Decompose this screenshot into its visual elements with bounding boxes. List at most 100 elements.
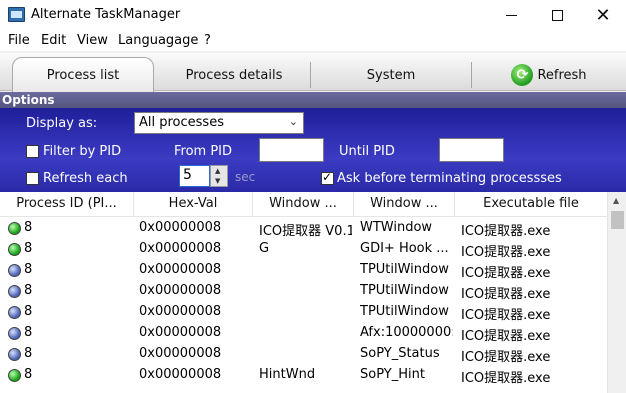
refresh-button[interactable]: ⟳ Refresh [472,59,626,91]
table-row[interactable]: 8 0x00000008 Afx:10000000:... ICO提取器.exe [0,323,607,344]
chevron-down-icon: ⌄ [288,115,298,128]
cell-hex-val: 0x00000008 [139,241,222,256]
refresh-interval-input[interactable]: 5 [179,165,210,187]
scroll-up-icon[interactable]: ▲ [613,196,619,205]
process-status-icon [8,264,21,277]
table-row[interactable]: 8 0x00000008 ICO提取器 V0.1 WTWindow ICO提取器.exe [0,218,607,239]
maximize-button[interactable] [534,0,580,31]
cell-window-class: Afx:10000000:... [360,325,453,340]
ask-before-terminating-checkbox[interactable] [321,170,334,185]
table-row[interactable]: 8 0x00000008 TPUtilWindow ICO提取器.exe [0,260,607,281]
cell-window-class: SoPY_Hint [360,367,425,382]
process-status-icon [8,306,21,319]
close-button[interactable]: ✕ [580,0,626,31]
cell-hex-val: 0x00000008 [139,367,222,382]
cell-process-id: 8 [24,346,33,361]
cell-window-title: ICO提取器 V0.1 [259,224,352,239]
options-panel: Display as: All processes ⌄ Filter by PI… [0,108,626,192]
menu-edit[interactable]: Edit [41,33,66,48]
table-row[interactable]: 8 0x00000008 TPUtilWindow ICO提取器.exe [0,302,607,323]
column-header-hex-val[interactable]: Hex-Val [134,192,253,217]
tab-system[interactable]: System [311,59,471,91]
process-status-icon [8,348,21,361]
table-row[interactable]: 8 0x00000008 TPUtilWindow ICO提取器.exe [0,281,607,302]
cell-executable: ICO提取器.exe [461,245,551,260]
from-pid-input[interactable] [259,138,324,162]
cell-window-class: TPUtilWindow [360,262,449,277]
cell-process-id: 8 [24,367,33,382]
cell-process-id: 8 [24,262,33,277]
display-as-label: Display as: [26,116,98,131]
minimize-icon [505,15,517,16]
until-pid-label: Until PID [339,144,395,159]
cell-window-class: GDI+ Hook ... [360,241,449,256]
cell-hex-val: 0x00000008 [139,325,222,340]
menu-view[interactable]: View [77,33,108,48]
process-status-icon [8,369,21,382]
cell-window-class: TPUtilWindow [360,304,449,319]
refresh-each-checkbox[interactable] [26,172,39,185]
table-row[interactable]: 8 0x00000008 HintWnd SoPY_Hint ICO提取器.exe [0,365,607,386]
refresh-icon: ⟳ [511,64,534,86]
menu-help[interactable]: ? [204,33,211,48]
cell-window-class: TPUtilWindow [360,283,449,298]
scrollbar-thumb[interactable] [611,211,624,229]
column-header-process-id[interactable]: Process ID (PI... [0,192,134,217]
cell-window-class: SoPY_Status [360,346,440,361]
table-row[interactable]: 8 0x00000008 SoPY_Status ICO提取器.exe [0,344,607,365]
menu-bar: File Edit View Languagage ? [0,31,626,51]
app-monitor-icon [8,7,25,22]
cell-hex-val: 0x00000008 [139,220,222,235]
process-table: Process ID (PI... Hex-Val Window ... Win… [0,192,626,393]
stepper-down-icon[interactable]: ▼ [215,177,220,185]
cell-process-id: 8 [24,220,33,235]
menu-language[interactable]: Languagage [118,33,198,48]
until-pid-input[interactable] [439,138,504,162]
table-header: Process ID (PI... Hex-Val Window ... Win… [0,192,607,217]
app-window: Alternate TaskManager ✕ File Edit View L… [0,0,626,393]
refresh-interval-stepper[interactable]: ▲ ▼ [210,165,228,187]
filter-by-pid-checkbox[interactable] [26,145,39,158]
from-pid-label: From PID [174,144,233,159]
tab-process-details[interactable]: Process details [158,59,310,91]
minimize-button[interactable] [488,0,534,31]
ask-before-terminating-label: Ask before terminating processses [337,171,562,186]
column-header-executable[interactable]: Executable file [455,192,607,217]
vertical-scrollbar[interactable]: ▲ [607,192,626,393]
cell-executable: ICO提取器.exe [461,371,551,386]
cell-window-title: HintWnd [259,367,316,382]
process-status-icon [8,285,21,298]
process-status-icon [8,327,21,340]
cell-executable: ICO提取器.exe [461,224,551,239]
options-header: Options [0,92,626,108]
cell-hex-val: 0x00000008 [139,346,222,361]
column-header-window-1[interactable]: Window ... [253,192,354,217]
cell-executable: ICO提取器.exe [461,350,551,365]
cell-executable: ICO提取器.exe [461,308,551,323]
filter-by-pid-label: Filter by PID [43,144,122,159]
refresh-each-label: Refresh each [43,171,128,186]
window-title: Alternate TaskManager [31,7,181,22]
cell-hex-val: 0x00000008 [139,262,222,277]
column-header-window-2[interactable]: Window ... [354,192,455,217]
close-icon: ✕ [595,4,611,26]
tab-process-list[interactable]: Process list [12,57,154,92]
cell-hex-val: 0x00000008 [139,304,222,319]
cell-window-title: G [259,241,270,256]
display-as-select[interactable]: All processes ⌄ [134,112,304,134]
title-bar: Alternate TaskManager ✕ [0,0,626,31]
sec-label: sec [235,170,256,184]
cell-process-id: 8 [24,325,33,340]
maximize-icon [551,10,563,21]
cell-executable: ICO提取器.exe [461,287,551,302]
cell-executable: ICO提取器.exe [461,266,551,281]
stepper-up-icon[interactable]: ▲ [215,167,220,175]
refresh-label: Refresh [537,67,587,83]
cell-process-id: 8 [24,283,33,298]
display-as-value: All processes [139,115,224,130]
table-row[interactable]: 8 0x00000008 G GDI+ Hook ... ICO提取器.exe [0,239,607,260]
cell-window-class: WTWindow [360,220,433,235]
menu-file[interactable]: File [8,33,30,48]
cell-executable: ICO提取器.exe [461,329,551,344]
cell-process-id: 8 [24,304,33,319]
